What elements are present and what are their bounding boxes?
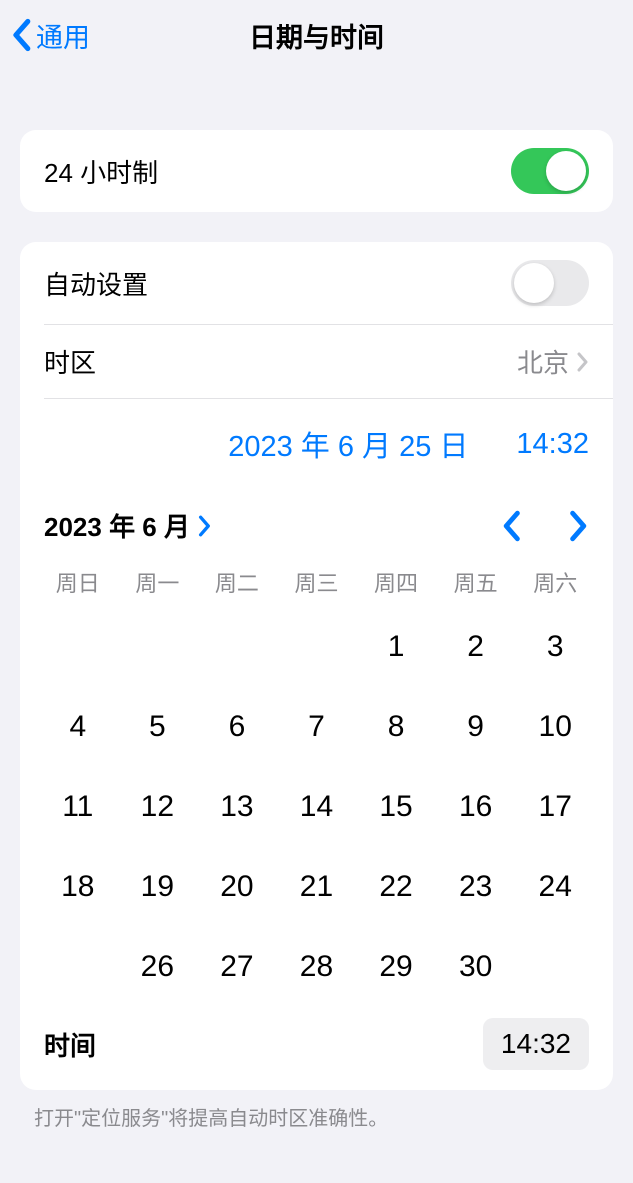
day-cell[interactable]: 10: [515, 698, 595, 756]
value-timezone: 北京: [517, 343, 589, 380]
day-cell[interactable]: 15: [356, 778, 436, 836]
weekday-label: 周一: [118, 566, 198, 598]
weekday-label: 周二: [197, 566, 277, 598]
day-cell[interactable]: 1: [356, 618, 436, 676]
day-cell-empty: [197, 618, 277, 676]
weekday-label: 周三: [277, 566, 357, 598]
month-picker[interactable]: 2023 年 6 月: [44, 507, 212, 544]
toggle-knob: [546, 151, 586, 191]
selected-time[interactable]: 14:32: [516, 428, 589, 461]
day-cell[interactable]: 4: [38, 698, 118, 756]
toggle-24h[interactable]: [511, 148, 589, 194]
row-time: 时间 14:32: [20, 1002, 613, 1090]
weekday-label: 周六: [515, 566, 595, 598]
day-cell[interactable]: 17: [515, 778, 595, 836]
label-time: 时间: [44, 1026, 96, 1063]
day-cell[interactable]: 25: [38, 938, 118, 996]
day-cell[interactable]: 26: [118, 938, 198, 996]
next-month-button[interactable]: [569, 510, 589, 542]
toggle-auto-set[interactable]: [511, 260, 589, 306]
back-button[interactable]: 通用: [10, 16, 90, 55]
day-cell[interactable]: 2: [436, 618, 516, 676]
weekday-label: 周五: [436, 566, 516, 598]
weekday-row: 周日周一周二周三周四周五周六: [20, 566, 613, 598]
chevron-right-icon: [577, 352, 589, 372]
chevron-left-icon: [10, 18, 32, 52]
toggle-knob: [514, 263, 554, 303]
day-cell[interactable]: 30: [436, 938, 516, 996]
weekday-label: 周日: [38, 566, 118, 598]
day-cell[interactable]: 28: [277, 938, 357, 996]
weekday-label: 周四: [356, 566, 436, 598]
day-cell[interactable]: 12: [118, 778, 198, 836]
day-cell[interactable]: 14: [277, 778, 357, 836]
day-cell[interactable]: 29: [356, 938, 436, 996]
label-timezone: 时区: [44, 343, 96, 380]
day-cell[interactable]: 6: [197, 698, 277, 756]
day-cell[interactable]: 22: [356, 858, 436, 916]
day-cell[interactable]: 27: [197, 938, 277, 996]
nav-bar: 通用 日期与时间: [0, 0, 633, 70]
page-title: 日期与时间: [249, 16, 384, 55]
calendar-header: 2023 年 6 月: [20, 489, 613, 562]
day-cell[interactable]: 16: [436, 778, 516, 836]
row-24h: 24 小时制: [20, 130, 613, 212]
timezone-text: 北京: [517, 343, 569, 380]
row-timezone[interactable]: 时区 北京: [20, 325, 613, 398]
day-cell[interactable]: 5: [118, 698, 198, 756]
day-cell[interactable]: 18: [38, 858, 118, 916]
section-24h: 24 小时制: [20, 130, 613, 212]
day-cell[interactable]: 3: [515, 618, 595, 676]
day-cell[interactable]: 24: [515, 858, 595, 916]
day-cell[interactable]: 8: [356, 698, 436, 756]
row-auto-set: 自动设置: [20, 242, 613, 324]
day-cell[interactable]: 21: [277, 858, 357, 916]
chevron-right-icon: [198, 515, 212, 537]
selected-date[interactable]: 2023 年 6 月 25 日: [228, 423, 468, 465]
section-datetime: 自动设置 时区 北京 2023 年 6 月 25 日 14:32 2023 年 …: [20, 242, 613, 1090]
back-label: 通用: [36, 16, 90, 55]
day-cell[interactable]: 11: [38, 778, 118, 836]
day-cell[interactable]: 19: [118, 858, 198, 916]
label-24h: 24 小时制: [44, 153, 158, 190]
prev-month-button[interactable]: [501, 510, 521, 542]
month-label: 2023 年 6 月: [44, 507, 190, 544]
day-cell[interactable]: 13: [197, 778, 277, 836]
day-cell[interactable]: 23: [436, 858, 516, 916]
day-cell[interactable]: 20: [197, 858, 277, 916]
footer-note: 打开"定位服务"将提高自动时区准确性。: [0, 1090, 633, 1131]
day-cell[interactable]: 9: [436, 698, 516, 756]
calendar-grid: 1234567891011121314151617181920212223242…: [20, 618, 613, 1002]
day-cell-empty: [118, 618, 198, 676]
day-cell-empty: [38, 618, 118, 676]
time-chip[interactable]: 14:32: [483, 1018, 589, 1070]
day-cell-empty: [277, 618, 357, 676]
label-auto-set: 自动设置: [44, 265, 148, 302]
row-selected-datetime: 2023 年 6 月 25 日 14:32: [20, 399, 613, 489]
day-cell[interactable]: 7: [277, 698, 357, 756]
month-nav: [501, 510, 589, 542]
